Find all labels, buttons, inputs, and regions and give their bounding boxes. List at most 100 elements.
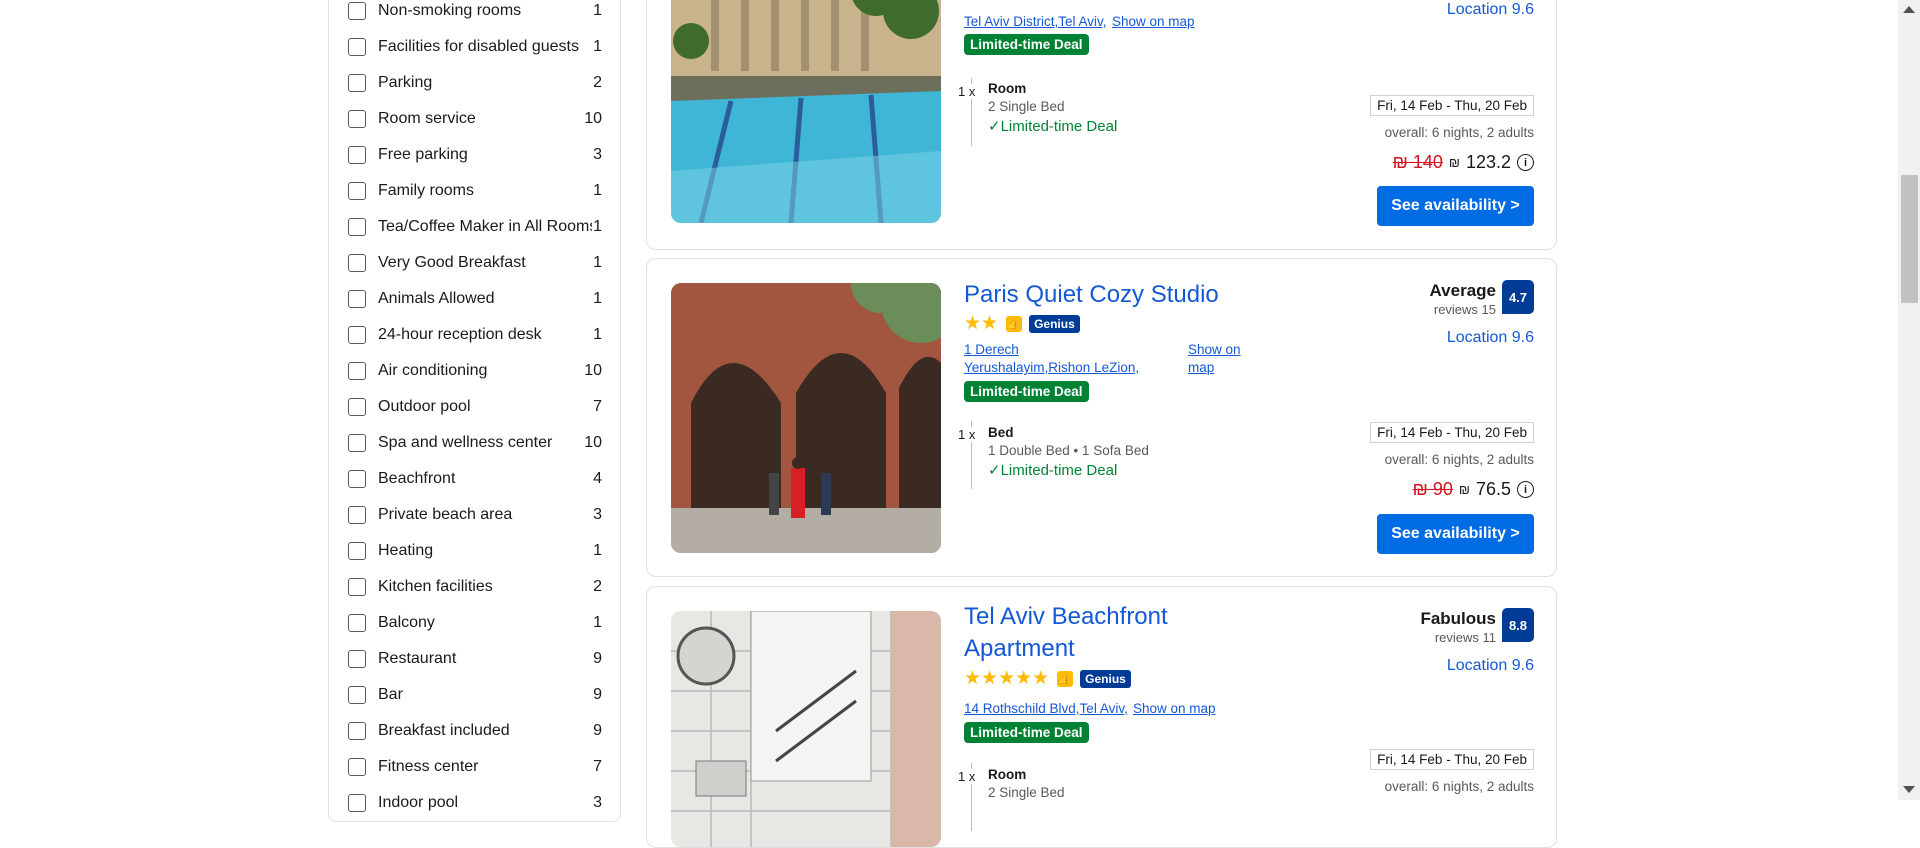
scroll-thumb[interactable] <box>1901 175 1918 303</box>
check-icon: ✓ <box>988 118 1001 135</box>
filter-checkbox[interactable] <box>348 722 366 740</box>
filter-option[interactable]: Breakfast included 9 <box>348 713 602 749</box>
stay-summary: overall: 6 nights, 2 adults <box>1384 125 1534 140</box>
filter-label: Room service <box>378 110 476 127</box>
stay-dates: Fri, 14 Feb - Thu, 20 Feb <box>1370 749 1534 770</box>
room-qty: 1 x <box>958 84 976 99</box>
filter-checkbox[interactable] <box>348 290 366 308</box>
see-availability-button[interactable]: See availability > <box>1377 186 1534 226</box>
filter-option[interactable]: Outdoor pool 7 <box>348 389 602 425</box>
filter-option[interactable]: Family rooms 1 <box>348 173 602 209</box>
filter-count: 3 <box>593 794 602 811</box>
filter-option[interactable]: Non-smoking rooms 1 <box>348 0 602 29</box>
limited-deal-badge: Limited-time Deal <box>964 381 1089 402</box>
hotel-photo-pool[interactable] <box>671 0 941 223</box>
stay-dates: Fri, 14 Feb - Thu, 20 Feb <box>1370 95 1534 116</box>
filter-option[interactable]: Balcony 1 <box>348 605 602 641</box>
filter-count: 9 <box>593 650 602 667</box>
filter-option[interactable]: Spa and wellness center 10 <box>348 425 602 461</box>
filter-list: Non-smoking rooms 1 Facilities for disable… <box>348 0 602 821</box>
filter-option[interactable]: Restaurant 9 <box>348 641 602 677</box>
see-availability-button[interactable]: See availability > <box>1377 514 1534 554</box>
room-deal: ✓Limited-time Deal <box>988 118 1118 135</box>
filter-option[interactable]: Facilities for disabled guests 1 <box>348 29 602 65</box>
filter-checkbox[interactable] <box>348 254 366 272</box>
filter-checkbox[interactable] <box>348 362 366 380</box>
filter-checkbox[interactable] <box>348 434 366 452</box>
room-deal: ✓Limited-time Deal <box>988 462 1118 479</box>
hotel-card-1: Tel Aviv District,Tel Aviv, Show on map … <box>646 0 1557 250</box>
filter-checkbox[interactable] <box>348 542 366 560</box>
stars: ★★ <box>964 313 999 334</box>
filter-checkbox[interactable] <box>348 110 366 128</box>
filter-label: Restaurant <box>378 650 457 667</box>
review-count: reviews 15 <box>1433 302 1496 317</box>
hotel-title[interactable]: Paris Quiet Cozy Studio <box>964 279 1264 311</box>
filter-option[interactable]: Indoor pool 3 <box>348 785 602 821</box>
room-type: Bed <box>988 425 1014 440</box>
filter-label: Fitness center <box>378 758 479 775</box>
filter-label: Bar <box>378 686 403 703</box>
show-on-map-link[interactable]: Show on map <box>1112 13 1195 31</box>
stay-summary: overall: 6 nights, 2 adults <box>1384 452 1534 467</box>
hotel-title[interactable]: Tel Aviv Beachfront Apartment <box>964 601 1204 665</box>
filter-checkbox[interactable] <box>348 2 366 20</box>
hotel-photo-arches[interactable] <box>671 283 941 553</box>
filter-checkbox[interactable] <box>348 38 366 56</box>
filter-checkbox[interactable] <box>348 218 366 236</box>
filter-option[interactable]: Heating 1 <box>348 533 602 569</box>
filter-checkbox[interactable] <box>348 578 366 596</box>
filter-count: 4 <box>593 470 602 487</box>
hotel-address[interactable]: 14 Rothschild Blvd,Tel Aviv, <box>964 700 1128 718</box>
scroll-up-arrow-icon[interactable] <box>1903 6 1915 13</box>
hotel-address[interactable]: 1 Derech Yerushalayim,Rishon LeZion, <box>964 341 1144 377</box>
filter-option[interactable]: Room service 10 <box>348 101 602 137</box>
filter-option[interactable]: Beachfront 4 <box>348 461 602 497</box>
page-scrollbar[interactable] <box>1898 0 1920 800</box>
filter-option[interactable]: Very Good Breakfast 1 <box>348 245 602 281</box>
hotel-address[interactable]: Tel Aviv District,Tel Aviv, <box>964 13 1107 31</box>
filter-checkbox[interactable] <box>348 686 366 704</box>
filter-count: 3 <box>593 146 602 163</box>
score-badge: 8.8 <box>1502 608 1534 642</box>
filter-option[interactable]: Free parking 3 <box>348 137 602 173</box>
filter-option[interactable]: Fitness center 7 <box>348 749 602 785</box>
filter-option[interactable]: Kitchen facilities 2 <box>348 569 602 605</box>
filter-checkbox[interactable] <box>348 650 366 668</box>
score-badge: 4.7 <box>1502 280 1534 314</box>
filter-count: 2 <box>593 578 602 595</box>
filter-checkbox[interactable] <box>348 146 366 164</box>
room-type: Room <box>988 81 1027 96</box>
filter-checkbox[interactable] <box>348 182 366 200</box>
hotel-photo-bathroom[interactable] <box>671 611 941 847</box>
filter-checkbox[interactable] <box>348 326 366 344</box>
filter-option[interactable]: Air conditioning 10 <box>348 353 602 389</box>
info-icon[interactable]: i <box>1517 481 1534 498</box>
filter-checkbox[interactable] <box>348 74 366 92</box>
filter-count: 9 <box>593 722 602 739</box>
filter-option[interactable]: Animals Allowed 1 <box>348 281 602 317</box>
filter-count: 10 <box>584 110 602 127</box>
filter-label: Indoor pool <box>378 794 459 811</box>
filter-option[interactable]: Tea/Coffee Maker in All Rooms 1 <box>348 209 602 245</box>
stay-summary: overall: 6 nights, 2 adults <box>1384 779 1534 794</box>
filter-checkbox[interactable] <box>348 398 366 416</box>
filter-checkbox[interactable] <box>348 614 366 632</box>
room-qty: 1 x <box>958 427 976 442</box>
scroll-down-arrow-icon[interactable] <box>1903 786 1915 793</box>
filter-option[interactable]: Private beach area 3 <box>348 497 602 533</box>
location-score: Location 9.6 <box>1446 1 1534 18</box>
filter-option[interactable]: Bar 9 <box>348 677 602 713</box>
filter-count: 1 <box>593 38 602 55</box>
show-on-map-link[interactable]: Show on map <box>1133 700 1216 718</box>
filter-option[interactable]: 24-hour reception desk 1 <box>348 317 602 353</box>
filter-option[interactable]: Parking 2 <box>348 65 602 101</box>
filter-count: 7 <box>593 758 602 775</box>
filter-count: 9 <box>593 686 602 703</box>
show-on-map-link[interactable]: Show on map <box>1188 341 1248 377</box>
filter-checkbox[interactable] <box>348 506 366 524</box>
filter-checkbox[interactable] <box>348 758 366 776</box>
filter-checkbox[interactable] <box>348 470 366 488</box>
info-icon[interactable]: i <box>1517 154 1534 171</box>
filter-checkbox[interactable] <box>348 794 366 812</box>
